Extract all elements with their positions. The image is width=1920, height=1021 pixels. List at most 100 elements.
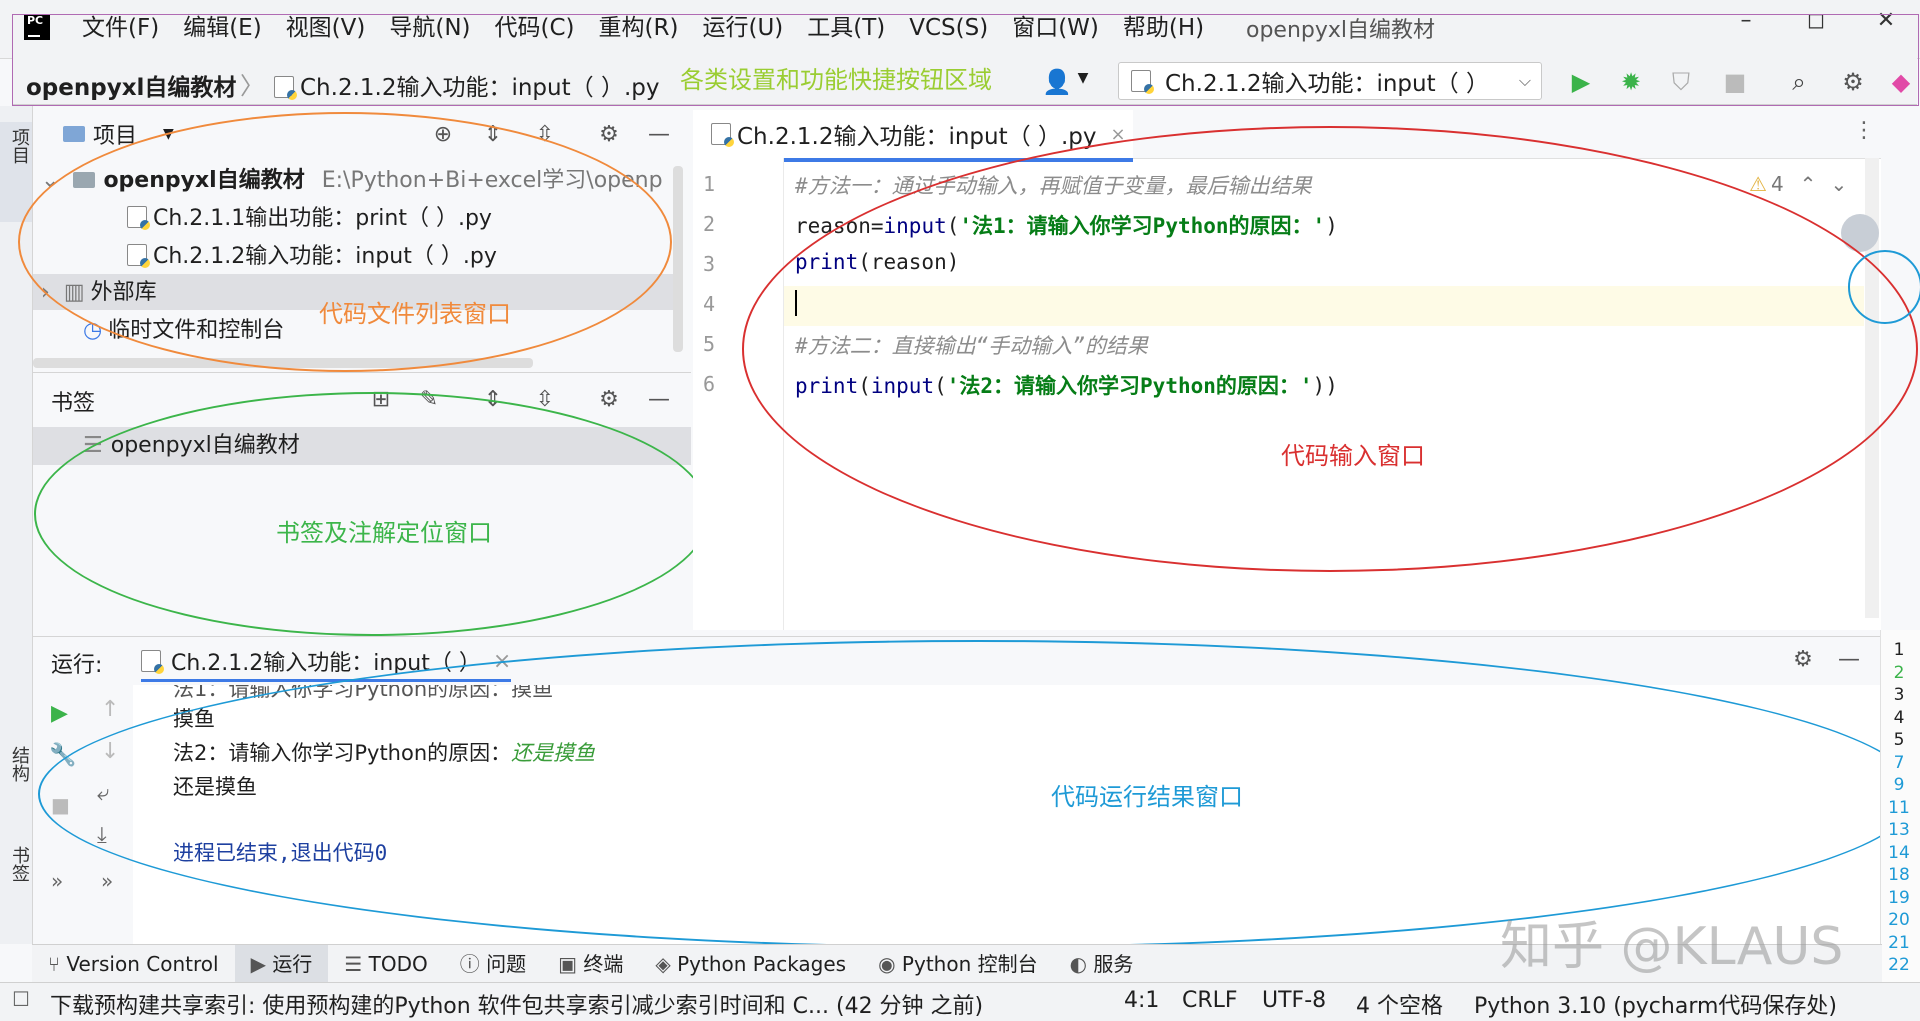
menu-edit[interactable]: 编辑(E) [171,10,273,46]
run-icon: ▶ [250,952,273,976]
breadcrumb-project[interactable]: openpyxl自编教材 [26,68,236,102]
hide-panel-icon[interactable]: — [1833,647,1865,672]
tree-root[interactable]: ⌄ openpyxl自编教材 E:\Python+Bi+excel学习\openp [41,166,663,196]
structure-tool-tab[interactable]: 结构 [6,746,32,782]
stop-icon[interactable]: ■ [1720,68,1750,96]
menu-vcs[interactable]: VCS(S) [897,10,1000,46]
chevron-down-icon[interactable]: ▼ [1068,70,1098,86]
close-window-button[interactable]: ✕ [1866,8,1906,33]
collapse-all-icon[interactable]: ⇳ [529,122,561,147]
tool-version-control[interactable]: ⑂ Version Control [32,945,235,983]
bookmarks-tool-tab[interactable]: 书签 [6,846,32,882]
project-tool-tab[interactable]: 项目 [6,128,32,164]
menu-view[interactable]: 视图(V) [274,10,378,46]
gear-icon[interactable]: ⚙ [1787,647,1819,672]
menu-code[interactable]: 代码(C) [483,10,587,46]
menu-run[interactable]: 运行(U) [690,10,795,46]
tool-services[interactable]: ◐ 服务 [1054,945,1150,983]
chevron-down-icon[interactable]: ⌄ [1830,172,1847,196]
run-tab[interactable]: Ch.2.1.2输入功能：input（ ） × [141,643,512,682]
right-number: 5 [1893,730,1905,750]
tool-run[interactable]: ▶ 运行 [234,945,329,983]
close-icon[interactable]: × [1110,124,1125,145]
tool-version-control-label: Version Control [66,952,219,976]
assistant-avatar-icon[interactable] [1841,214,1879,252]
chevron-down-icon[interactable]: ⌄ [41,168,59,193]
plugin-icon[interactable]: ◆ [1886,68,1916,96]
coverage-icon[interactable]: ⛉ [1666,68,1696,96]
scroll-to-end-icon[interactable]: ⤓ [97,823,107,848]
edit-icon[interactable]: ✎ [413,387,445,412]
run-icon[interactable]: ▶ [1566,68,1596,96]
project-h-scrollbar[interactable] [33,358,533,368]
rerun-icon[interactable]: ▶ [51,701,68,726]
hide-panel-icon[interactable]: — [643,122,675,147]
inspections-widget[interactable]: ⚠ 4 ⌃ ⌄ [1749,172,1847,196]
search-icon[interactable]: ⌕ [1784,68,1814,96]
code-line-4[interactable] [795,290,797,316]
python-interpreter[interactable]: Python 3.10 (pycharm代码保存处) [1474,988,1837,1020]
right-number: 9 [1893,775,1905,795]
tree-file-2[interactable]: Ch.2.1.2输入功能：input（ ）.py [127,242,497,272]
down-arrow-icon[interactable]: ↓ [101,739,119,764]
bookmarks-item[interactable]: ☰ openpyxl自编教材 [83,431,300,461]
line-number: 6 [703,372,716,396]
line-separator[interactable]: CRLF [1182,988,1238,1013]
locate-icon[interactable]: ⊕ [427,122,459,147]
breadcrumb-file[interactable]: Ch.2.1.2输入功能：input（ ）.py [274,68,659,102]
annotation-toolbar: 各类设置和功能快捷按钮区域 [680,66,992,94]
tool-todo[interactable]: ☰ TODO [328,945,443,983]
more-icon[interactable]: » [101,869,113,893]
menu-refactor[interactable]: 重构(R) [587,10,691,46]
expand-all-icon[interactable]: ⇕ [477,387,509,412]
more-actions-icon[interactable]: » [51,869,63,893]
menu-file[interactable]: 文件(F) [70,10,171,46]
hide-panel-icon[interactable]: — [643,387,675,412]
soft-wrap-icon[interactable]: ⤶ [97,781,109,806]
tool-python-console[interactable]: ◉ Python 控制台 [862,945,1054,983]
menu-help[interactable]: 帮助(H) [1111,10,1216,46]
tree-scratches[interactable]: ◷ 临时文件和控制台 [83,316,284,346]
code-line-2[interactable]: reason=input('法1：请输入你学习Python的原因：') [795,210,1338,240]
project-scrollbar[interactable] [673,166,683,352]
minimize-button[interactable]: – [1726,8,1766,33]
up-arrow-icon[interactable]: ↑ [101,697,119,722]
expand-all-icon[interactable]: ⇕ [477,122,509,147]
gear-icon[interactable]: ⚙ [1838,68,1868,96]
chevron-up-icon[interactable]: ⌃ [1800,172,1817,196]
menu-navigate[interactable]: 导航(N) [377,10,482,46]
gear-icon[interactable]: ⚙ [593,387,625,412]
code-line-6[interactable]: print(input('法2：请输入你学习Python的原因：')) [795,370,1338,400]
file-encoding[interactable]: UTF-8 [1262,988,1326,1013]
gear-icon[interactable]: ⚙ [593,122,625,147]
navigation-toolbar: openpyxl自编教材 〉 Ch.2.1.2输入功能：input（ ）.py … [12,58,1917,105]
stop-icon[interactable]: ■ [51,793,70,817]
collapse-all-icon[interactable]: ⇳ [529,387,561,412]
menu-window[interactable]: 窗口(W) [1000,10,1111,46]
tool-python-packages[interactable]: ◈ Python Packages [639,945,862,983]
editor-tab-active[interactable]: Ch.2.1.2输入功能：input（ ）.py × [693,110,1133,162]
menu-tools[interactable]: 工具(T) [795,10,897,46]
toggle-tool-windows-icon[interactable]: ☐ [12,987,30,1011]
run-config-select[interactable]: Ch.2.1.2输入功能：input（ ） ⌵ [1118,62,1542,100]
close-icon[interactable]: × [493,649,511,674]
caret-position[interactable]: 4:1 [1124,988,1159,1013]
code-editor: Ch.2.1.2输入功能：input（ ）.py × ⋮ 1 2 3 4 5 6… [693,110,1881,630]
debug-icon[interactable]: ✹ [1616,68,1646,96]
right-number: 13 [1888,820,1910,840]
code-line-1[interactable]: #方法一：通过手动输入，再赋值于变量，最后输出结果 [795,170,1312,200]
add-bookmark-icon[interactable]: ⊞ [365,387,397,412]
more-icon[interactable]: ⋮ [1853,118,1875,143]
indent-setting[interactable]: 4 个空格 [1356,988,1443,1020]
tree-external-libs[interactable]: › ▥ 外部库 [41,278,157,308]
wrench-icon[interactable]: 🔧 [49,743,76,768]
status-message[interactable]: 下载预构建共享索引: 使用预构建的Python 软件包共享索引减少索引时间和 C… [50,988,983,1020]
chevron-right-icon[interactable]: › [41,280,50,305]
tool-terminal[interactable]: ▣ 终端 [542,945,639,983]
maximize-button[interactable]: ◻ [1796,8,1836,33]
output-line-2: 法2：请输入你学习Python的原因：还是摸鱼 [173,737,595,767]
code-line-3[interactable]: print(reason) [795,250,959,274]
tool-problems[interactable]: ⓘ 问题 [444,945,542,983]
code-line-5[interactable]: #方法二：直接输出“手动输入”的结果 [795,330,1148,360]
tree-file-1[interactable]: Ch.2.1.1输出功能：print（ ）.py [127,204,492,234]
